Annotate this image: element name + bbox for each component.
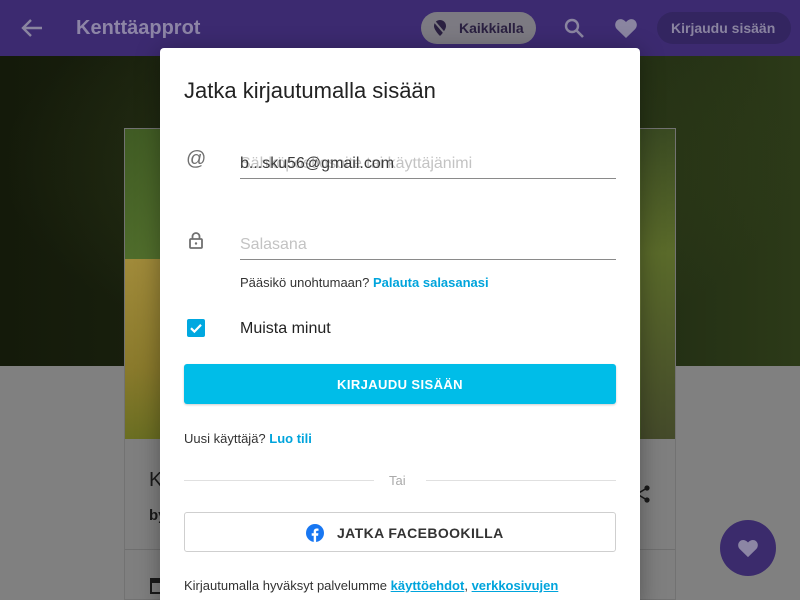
back-arrow-icon[interactable] bbox=[18, 16, 46, 40]
create-account-link[interactable]: Luo tili bbox=[269, 431, 312, 446]
terms-notice: Kirjautumalla hyväksyt palvelumme käyttö… bbox=[184, 578, 558, 593]
heart-icon[interactable] bbox=[614, 17, 638, 39]
facebook-icon bbox=[306, 524, 324, 542]
location-off-icon bbox=[433, 20, 447, 36]
new-user-text: Uusi käyttäjä? bbox=[184, 431, 266, 446]
facebook-button-label: JATKA FACEBOOKILLA bbox=[337, 525, 504, 541]
location-filter-chip[interactable]: Kaikkialla bbox=[421, 12, 536, 44]
terms-text: Kirjautumalla hyväksyt palvelumme bbox=[184, 578, 388, 593]
reset-password-link[interactable]: Palauta salasanasi bbox=[373, 275, 489, 290]
at-sign-icon: @ bbox=[186, 148, 207, 170]
separator-text: Tai bbox=[389, 473, 406, 488]
terms-link[interactable]: käyttöehdot bbox=[391, 578, 465, 593]
forgot-password-row: Pääsikö unohtumaan? Palauta salasanasi bbox=[240, 275, 489, 290]
appbar-login-label: Kirjaudu sisään bbox=[671, 20, 776, 36]
heart-icon bbox=[738, 539, 758, 558]
terms-comma: , bbox=[464, 578, 468, 593]
email-value: b...sku56@gmail.com bbox=[240, 155, 395, 172]
card-image-detail bbox=[125, 259, 161, 439]
password-field[interactable]: Salasana bbox=[240, 232, 616, 260]
appbar-login-button[interactable]: Kirjaudu sisään bbox=[657, 12, 791, 44]
new-user-row: Uusi käyttäjä? Luo tili bbox=[184, 431, 312, 446]
checkbox-checked-icon[interactable] bbox=[187, 319, 205, 337]
forgot-text: Pääsikö unohtumaan? bbox=[240, 275, 370, 290]
location-chip-label: Kaikkialla bbox=[459, 20, 524, 36]
facebook-login-button[interactable]: JATKA FACEBOOKILLA bbox=[184, 512, 616, 552]
login-button[interactable]: KIRJAUDU SISÄÄN bbox=[184, 364, 616, 404]
favorite-fab[interactable] bbox=[720, 520, 776, 576]
privacy-link[interactable]: verkkosivujen bbox=[472, 578, 559, 593]
divider bbox=[184, 480, 374, 481]
app-title: Kenttäapprot bbox=[76, 17, 201, 39]
lock-icon bbox=[186, 230, 206, 250]
dialog-title: Jatka kirjautumalla sisään bbox=[184, 78, 436, 103]
card-image-detail bbox=[641, 129, 675, 439]
password-placeholder: Salasana bbox=[240, 236, 307, 253]
divider bbox=[426, 480, 616, 481]
search-icon[interactable] bbox=[563, 17, 585, 39]
email-field[interactable]: Sähköpostiosoite tai käyttäjänimi b...sk… bbox=[240, 151, 616, 179]
login-dialog: Jatka kirjautumalla sisään @ Sähköpostio… bbox=[160, 48, 640, 600]
remember-me-label[interactable]: Muista minut bbox=[240, 320, 331, 338]
